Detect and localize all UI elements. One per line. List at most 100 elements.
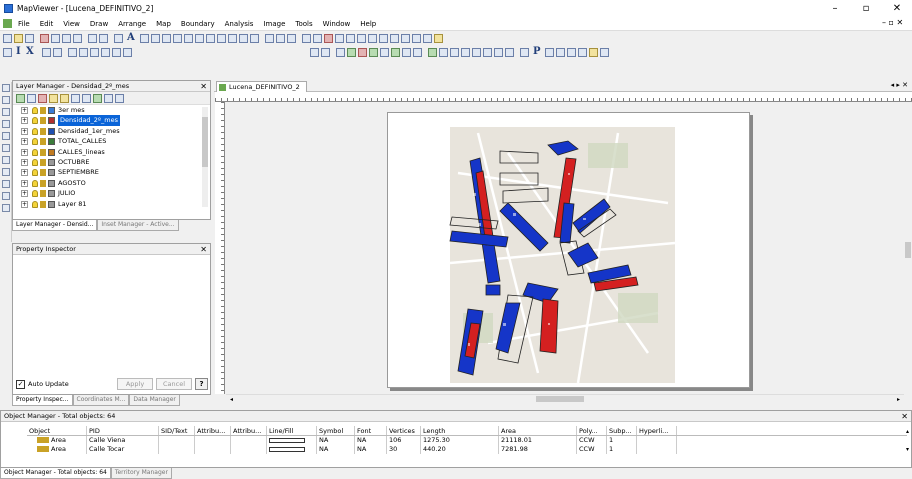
union-tool-icon[interactable] [357, 34, 366, 43]
column-header[interactable]: Attribu... [231, 426, 267, 435]
expand-icon[interactable]: + [21, 179, 28, 187]
layer-row[interactable]: + TOTAL_CALLES [13, 136, 203, 147]
pattern4-icon[interactable] [494, 48, 503, 57]
table-row[interactable]: Area Calle Viena NA NA 106 1275.30 21118.01 CCW… [27, 436, 907, 445]
menu-item-edit[interactable]: Edit [40, 20, 54, 28]
object-manager-close[interactable]: ✕ [901, 411, 908, 421]
close-polygon-icon[interactable] [423, 34, 432, 43]
layer-row[interactable]: + Layer 81 [13, 199, 203, 208]
visibility-bulb-icon[interactable] [32, 117, 38, 125]
lock-icon[interactable] [40, 107, 46, 114]
layer-new-icon[interactable] [16, 94, 25, 103]
column-header[interactable]: SID/Text [159, 426, 195, 435]
pointer-icon[interactable] [114, 34, 123, 43]
menu-item-draw[interactable]: Draw [90, 20, 108, 28]
pattern2-icon[interactable] [472, 48, 481, 57]
layer-add-icon[interactable] [369, 48, 378, 57]
binoculars-icon[interactable] [310, 48, 319, 57]
object-grid-scroll[interactable]: ▴ ▾ [906, 429, 909, 453]
square-tool-icon[interactable] [217, 34, 226, 43]
open-icon[interactable] [14, 34, 23, 43]
ring-tool-icon[interactable] [250, 34, 259, 43]
street-polygon[interactable] [485, 284, 501, 296]
split-tool-icon[interactable] [313, 34, 322, 43]
lock-icon[interactable] [40, 169, 46, 177]
vertical-scroll-thumb[interactable] [905, 242, 911, 258]
column-header[interactable]: PID [87, 426, 159, 435]
column-header[interactable]: Vertices [387, 426, 421, 435]
tab-layer-manager[interactable]: Layer Manager - Densid... [12, 220, 98, 231]
circle-tool-icon[interactable] [239, 34, 248, 43]
horizontal-scroll-thumb[interactable] [536, 396, 584, 402]
lock-icon[interactable] [40, 148, 46, 156]
buffer-tool-icon[interactable] [379, 34, 388, 43]
align-top-icon[interactable] [101, 48, 110, 57]
arrow-right-icon[interactable] [42, 48, 51, 57]
table-icon[interactable] [347, 48, 356, 57]
delete-x-icon[interactable]: X [26, 46, 34, 57]
minimize-button[interactable]: – [825, 3, 845, 15]
arrow-tool-icon[interactable] [2, 204, 10, 212]
layer-row[interactable]: + SEPTIEMBRE [13, 167, 203, 178]
pan-tool-icon[interactable] [2, 96, 10, 104]
align-left-icon[interactable] [68, 48, 77, 57]
print-icon[interactable] [73, 34, 82, 43]
paste-icon[interactable] [62, 34, 71, 43]
menu-item-view[interactable]: View [63, 20, 80, 28]
print-area-tool-icon[interactable] [2, 192, 10, 200]
zoom-in-tool-icon[interactable] [2, 108, 10, 116]
freehand-tool-icon[interactable] [151, 34, 160, 43]
maximize-button[interactable]: ▫ [856, 3, 876, 15]
lock-icon[interactable] [40, 138, 46, 146]
scroll-left-icon[interactable]: ◂ [230, 396, 233, 403]
align-bottom-icon[interactable] [123, 48, 132, 57]
menu-item-file[interactable]: File [18, 20, 30, 28]
column-header[interactable]: Symbol [317, 426, 355, 435]
visibility-bulb-icon[interactable] [32, 107, 38, 114]
transform-tool-icon[interactable] [401, 34, 410, 43]
zoom-rect-tool-icon[interactable] [2, 132, 10, 140]
lock-icon[interactable] [40, 117, 46, 125]
visibility-bulb-icon[interactable] [32, 148, 38, 156]
lock-icon[interactable] [40, 127, 46, 135]
chart2-icon[interactable] [578, 48, 587, 57]
visibility-bulb-icon[interactable] [32, 200, 38, 208]
tab-data-manager[interactable]: Data Manager [129, 395, 180, 406]
ellipse-tool-icon[interactable] [228, 34, 237, 43]
polyline-tool-icon[interactable] [162, 34, 171, 43]
map-tool-icon[interactable] [287, 34, 296, 43]
map-layer-icon[interactable] [428, 48, 437, 57]
lock-icon[interactable] [40, 159, 46, 166]
column-header[interactable]: Object [27, 426, 87, 435]
menu-item-analysis[interactable]: Analysis [225, 20, 254, 28]
pattern3-icon[interactable] [483, 48, 492, 57]
visibility-bulb-icon[interactable] [32, 190, 38, 198]
layer-down-icon[interactable] [115, 94, 124, 103]
tab-object-manager[interactable]: Object Manager - Total objects: 64 [0, 468, 111, 479]
column-header[interactable]: Hyperli... [637, 426, 677, 435]
sun-tool-icon[interactable] [434, 34, 443, 43]
layer-map-icon[interactable] [27, 94, 36, 103]
table-row[interactable]: Area Calle Tocar NA NA 30 440.20 7281.98 CCW 1 [27, 445, 907, 454]
delete-tool-icon[interactable] [324, 34, 333, 43]
globe-icon[interactable] [589, 48, 598, 57]
import-icon[interactable] [276, 34, 285, 43]
expand-icon[interactable]: + [21, 127, 28, 135]
column-header[interactable]: Poly... [577, 426, 607, 435]
pattern-icon[interactable] [461, 48, 470, 57]
layer-lock-icon[interactable] [60, 94, 69, 103]
image-icon[interactable] [567, 48, 576, 57]
street-polygon[interactable] [539, 298, 559, 354]
arrow-left-icon[interactable] [53, 48, 62, 57]
lock-icon[interactable] [40, 190, 46, 198]
column-header[interactable]: Area [499, 426, 577, 435]
line-tool-icon[interactable] [302, 34, 311, 43]
stats-icon[interactable] [402, 48, 411, 57]
cut-icon[interactable] [40, 34, 49, 43]
settings-icon[interactable] [520, 48, 529, 57]
polyline2-tool-icon[interactable] [173, 34, 182, 43]
close-button[interactable]: ✕ [887, 3, 907, 15]
binoculars2-icon[interactable] [321, 48, 330, 57]
apply-button[interactable]: Apply [117, 378, 153, 390]
expand-icon[interactable]: + [21, 148, 28, 156]
